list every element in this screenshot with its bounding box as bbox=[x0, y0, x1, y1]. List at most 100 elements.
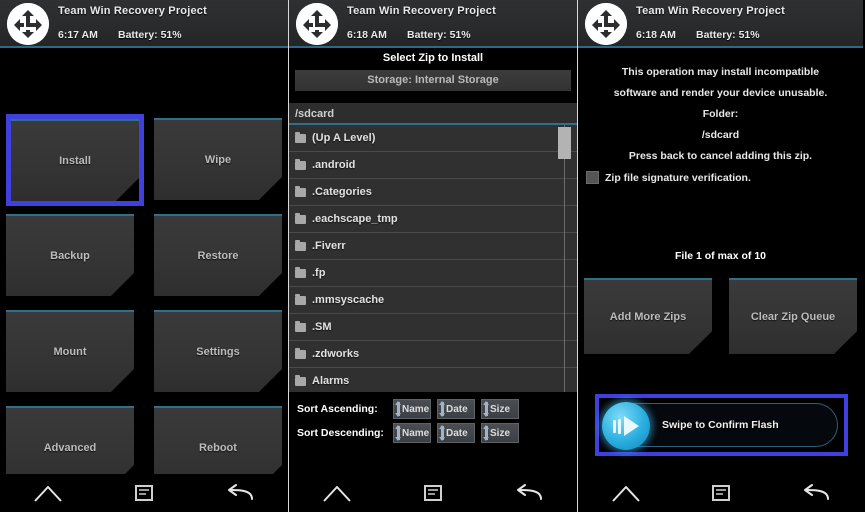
list-item[interactable]: .android bbox=[289, 152, 577, 179]
panel-select-zip: Team Win Recovery Project 6:18 AM Batter… bbox=[288, 0, 578, 512]
android-navbar-1 bbox=[0, 474, 288, 512]
storage-selector-button[interactable]: Storage: Internal Storage bbox=[295, 70, 571, 91]
add-more-zips-button[interactable]: Add More Zips bbox=[584, 278, 712, 354]
folder-label: Folder: bbox=[702, 108, 739, 120]
knob-triangle bbox=[624, 416, 639, 436]
app-title: Team Win Recovery Project bbox=[347, 5, 496, 17]
swipe-to-confirm-flash-slider[interactable]: Swipe to Confirm Flash bbox=[602, 402, 838, 450]
menu-button-label: Mount bbox=[53, 346, 87, 358]
home-icon[interactable] bbox=[320, 480, 354, 506]
zip-queue-buttons: Add More Zips Clear Zip Queue bbox=[578, 278, 863, 360]
back-icon[interactable] bbox=[512, 480, 546, 506]
sort-arrow-icon bbox=[395, 401, 401, 417]
list-item[interactable]: .fp bbox=[289, 260, 577, 287]
menu-button-settings[interactable]: Settings bbox=[154, 310, 282, 392]
list-item[interactable]: .eachscape_tmp bbox=[289, 206, 577, 233]
recents-icon[interactable] bbox=[416, 480, 450, 506]
sort-arrow-icon bbox=[483, 401, 489, 417]
list-item[interactable]: .Categories bbox=[289, 179, 577, 206]
sort-ascending-name-button[interactable]: Name bbox=[393, 399, 431, 419]
twrp-logo-icon bbox=[7, 3, 49, 45]
folder-icon bbox=[295, 185, 306, 197]
folder-icon bbox=[295, 266, 306, 278]
android-navbar-3 bbox=[578, 474, 863, 512]
recents-icon[interactable] bbox=[127, 480, 161, 506]
list-item[interactable]: .mmsyscache bbox=[289, 287, 577, 314]
list-item[interactable]: Alarms bbox=[289, 368, 577, 392]
file-name: .zdworks bbox=[312, 348, 360, 360]
menu-button-install[interactable]: Install bbox=[11, 119, 139, 201]
folder-icon bbox=[295, 374, 306, 386]
warning-line-2: software and render your device unusable… bbox=[613, 87, 828, 99]
file-list[interactable]: (Up A Level) .android .Categories .eachs… bbox=[289, 125, 577, 392]
folder-icon bbox=[295, 131, 306, 143]
header-bar-1: Team Win Recovery Project 6:17 AM Batter… bbox=[0, 0, 288, 48]
back-icon[interactable] bbox=[223, 480, 257, 506]
sort-ascending-size-button[interactable]: Size bbox=[481, 399, 519, 419]
signature-checkbox[interactable] bbox=[586, 171, 599, 184]
sort-descending-name-button[interactable]: Name bbox=[393, 423, 431, 443]
sort-descending-size-button[interactable]: Size bbox=[481, 423, 519, 443]
menu-button-wipe[interactable]: Wipe bbox=[154, 118, 282, 200]
header-bar-2: Team Win Recovery Project 6:18 AM Batter… bbox=[289, 0, 577, 48]
sort-option-label: Date bbox=[446, 427, 468, 439]
menu-button-restore[interactable]: Restore bbox=[154, 214, 282, 296]
confirm-body: This operation may install incompatible … bbox=[578, 48, 863, 458]
file-count-label: File 1 of max of 10 bbox=[674, 250, 767, 262]
file-name: (Up A Level) bbox=[312, 132, 376, 144]
home-icon[interactable] bbox=[31, 480, 65, 506]
android-navbar-2 bbox=[289, 474, 577, 512]
list-item[interactable]: .Fiverr bbox=[289, 233, 577, 260]
header-bar-3: Team Win Recovery Project 6:18 AM Batter… bbox=[578, 0, 863, 48]
scrollbar-thumb[interactable] bbox=[558, 127, 571, 159]
knob-bar bbox=[618, 418, 621, 434]
cancel-hint: Press back to cancel adding this zip. bbox=[628, 150, 813, 162]
current-path-label: /sdcard bbox=[289, 103, 577, 125]
twrp-logo-icon bbox=[296, 3, 338, 45]
file-name: .eachscape_tmp bbox=[312, 213, 398, 225]
scrollbar-track[interactable] bbox=[564, 125, 565, 392]
folder-path: /sdcard bbox=[701, 129, 740, 141]
sort-ascending-date-button[interactable]: Date bbox=[437, 399, 475, 419]
sort-descending-label: Sort Descending: bbox=[297, 427, 384, 439]
recents-icon[interactable] bbox=[704, 480, 738, 506]
folder-icon bbox=[295, 239, 306, 251]
menu-button-install-selected[interactable]: Install bbox=[6, 114, 144, 206]
swipe-confirm-highlight: Swipe to Confirm Flash bbox=[595, 394, 848, 456]
menu-button-label: Reboot bbox=[199, 442, 237, 454]
sort-descending-date-button[interactable]: Date bbox=[437, 423, 475, 443]
panel-confirm-flash: Team Win Recovery Project 6:18 AM Batter… bbox=[578, 0, 863, 512]
file-name: .mmsyscache bbox=[312, 294, 385, 306]
signature-checkbox-label: Zip file signature verification. bbox=[605, 171, 751, 184]
signature-verification-row[interactable]: Zip file signature verification. bbox=[578, 171, 863, 184]
file-name: .SM bbox=[312, 321, 332, 333]
folder-icon bbox=[295, 293, 306, 305]
knob-bar bbox=[613, 419, 616, 433]
list-item[interactable]: .SM bbox=[289, 314, 577, 341]
sort-arrow-icon bbox=[439, 401, 445, 417]
back-icon[interactable] bbox=[799, 480, 833, 506]
warning-text: This operation may install incompatible … bbox=[578, 48, 863, 167]
menu-button-label: Backup bbox=[50, 250, 90, 262]
menu-button-label: Settings bbox=[196, 346, 240, 358]
list-item[interactable]: (Up A Level) bbox=[289, 125, 577, 152]
list-item[interactable]: .zdworks bbox=[289, 341, 577, 368]
sort-ascending-row: Sort Ascending: Name Date Size bbox=[289, 397, 577, 421]
battery-label: Battery: 51% bbox=[696, 29, 760, 41]
sort-arrow-icon bbox=[395, 425, 401, 441]
clock-label: 6:18 AM bbox=[636, 29, 676, 41]
swipe-knob-icon[interactable] bbox=[602, 402, 650, 450]
sort-option-label: Name bbox=[402, 427, 430, 439]
file-name: Alarms bbox=[312, 375, 350, 387]
app-title: Team Win Recovery Project bbox=[58, 5, 207, 17]
folder-icon bbox=[295, 212, 306, 224]
folder-icon bbox=[295, 320, 306, 332]
page-title: Select Zip to Install bbox=[289, 48, 577, 68]
home-icon[interactable] bbox=[609, 480, 643, 506]
menu-button-mount[interactable]: Mount bbox=[6, 310, 134, 392]
main-menu-grid: Install Wipe Backup Restore Mount Settin… bbox=[0, 48, 288, 488]
folder-icon bbox=[295, 158, 306, 170]
sort-option-label: Size bbox=[490, 427, 511, 439]
clear-zip-queue-button[interactable]: Clear Zip Queue bbox=[729, 278, 857, 354]
menu-button-backup[interactable]: Backup bbox=[6, 214, 134, 296]
